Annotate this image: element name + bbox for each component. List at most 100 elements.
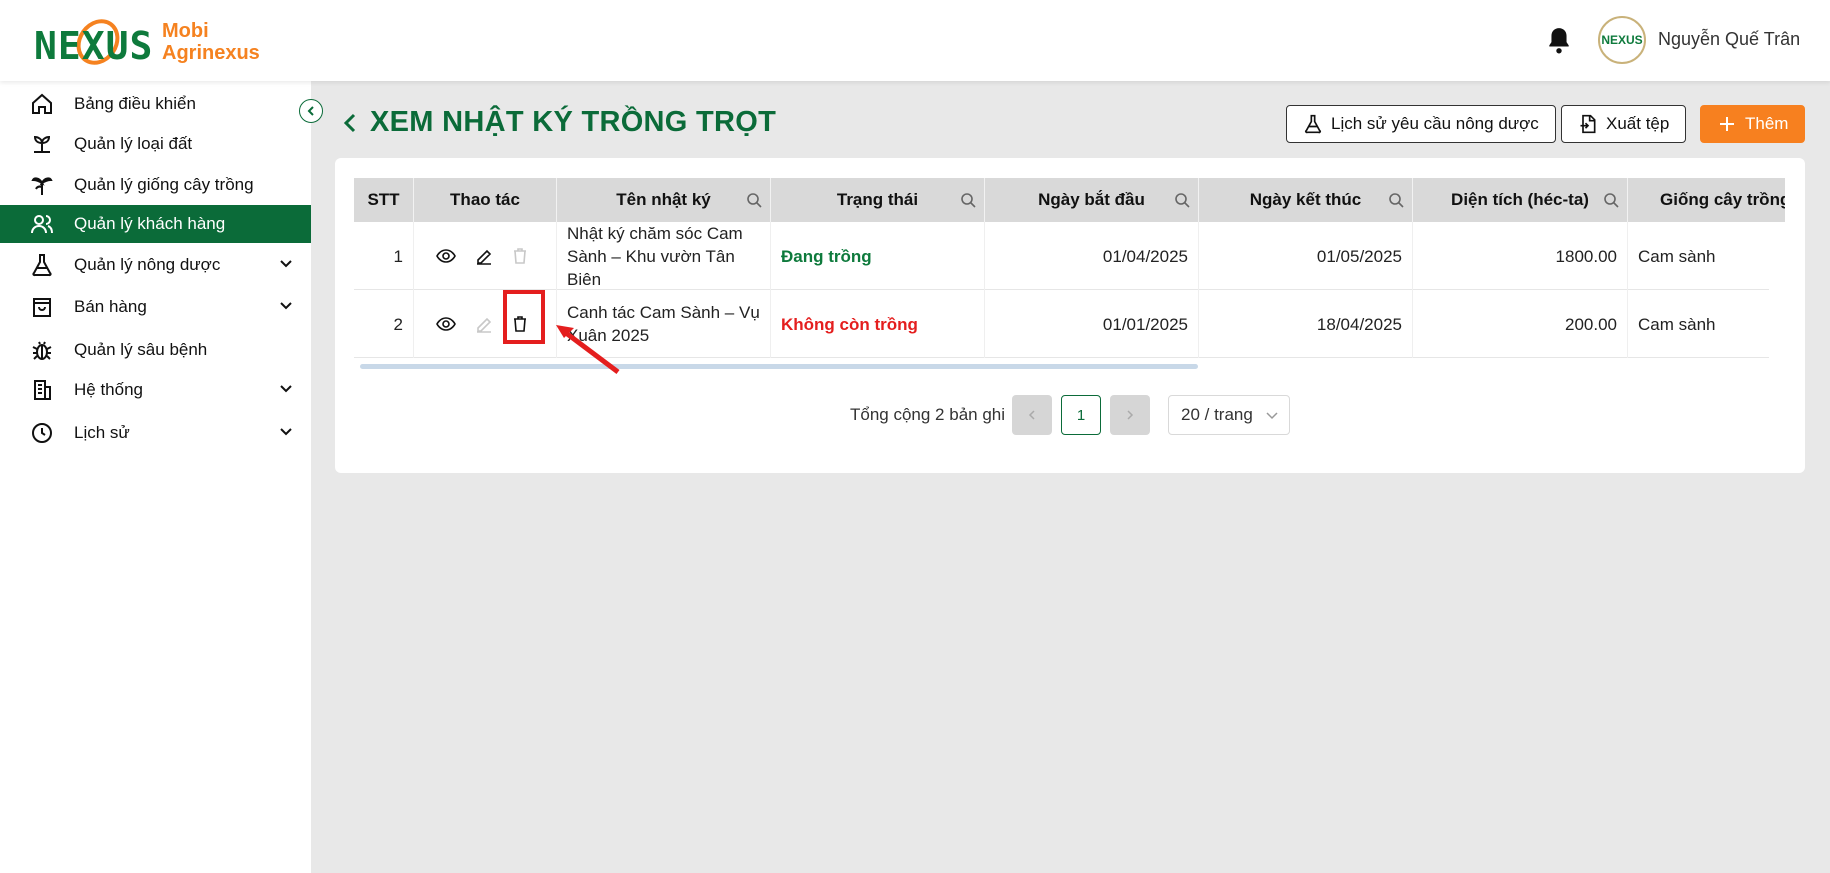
view-icon[interactable] (436, 314, 456, 334)
view-icon[interactable] (436, 246, 456, 266)
button-label: Lịch sử yêu cầu nông dược (1331, 114, 1539, 133)
cell-stt: 1 (354, 222, 414, 290)
flask-icon (1305, 114, 1321, 134)
edit-icon (477, 317, 492, 333)
sidebar: Bảng điều khiển Quản lý loại đất Quản lý… (0, 81, 311, 873)
add-button[interactable]: Thêm (1700, 105, 1806, 143)
sidebar-item-sales[interactable]: Bán hàng (0, 288, 311, 326)
chevron-down-icon (280, 428, 292, 436)
avatar[interactable]: NEXUS (1598, 16, 1646, 64)
sidebar-item-label: Quản lý khách hàng (74, 214, 226, 233)
search-icon[interactable] (960, 192, 976, 208)
column-header-name: Tên nhật ký (557, 178, 771, 222)
sidebar-item-plant-varieties[interactable]: Quản lý giống cây trồng (0, 166, 311, 204)
sidebar-item-label: Quản lý giống cây trồng (74, 175, 254, 194)
cell-start-date: 01/01/2025 (985, 290, 1199, 358)
cell-area: 1800.00 (1413, 222, 1628, 290)
top-header: NEXUS Mobi Agrinexus NEXUS Nguyễn Quế Tr… (0, 0, 1830, 81)
users-icon (31, 215, 53, 234)
delete-icon (514, 248, 526, 264)
sidebar-item-pests[interactable]: Quản lý sâu bệnh (0, 331, 311, 369)
avatar-text: NEXUS (1601, 33, 1643, 47)
sidebar-item-history[interactable]: Lịch sử (0, 414, 311, 452)
button-label: Thêm (1745, 114, 1789, 133)
page-size-select[interactable]: 20 / trang (1168, 395, 1290, 435)
clock-icon (32, 423, 52, 443)
building-icon (34, 380, 51, 400)
edit-icon[interactable] (474, 246, 494, 266)
sidebar-item-label: Bảng điều khiển (74, 94, 196, 113)
cell-name: Nhật ký chăm sóc Cam Sành – Khu vườn Tân… (557, 222, 771, 290)
table-scroll-edge (1785, 178, 1793, 374)
sidebar-item-system[interactable]: Hệ thống (0, 371, 311, 409)
file-export-icon (1580, 114, 1596, 134)
plus-icon (1720, 117, 1734, 131)
search-icon[interactable] (746, 192, 762, 208)
chevron-down-icon (280, 260, 292, 268)
soil-icon (33, 135, 51, 153)
chevron-left-icon (307, 106, 314, 116)
next-page-button (1110, 395, 1150, 435)
logo-text: NEXUS (34, 24, 154, 68)
cell-stt: 2 (354, 290, 414, 358)
chevron-down-icon (280, 385, 292, 393)
app-name-line1: Mobi (162, 20, 209, 42)
sidebar-item-label: Bán hàng (74, 297, 147, 316)
column-header-actions: Thao tác (414, 178, 557, 222)
page-1-button[interactable]: 1 (1061, 395, 1101, 435)
button-label: Xuất tệp (1606, 114, 1670, 133)
search-icon[interactable] (1388, 192, 1404, 208)
shopping-bag-icon (33, 298, 51, 317)
sidebar-item-pesticides[interactable]: Quản lý nông dược (0, 246, 311, 284)
sidebar-collapse-button[interactable] (299, 99, 323, 123)
home-icon (32, 93, 52, 114)
cell-status: Không còn trồng (771, 290, 985, 358)
cell-area: 200.00 (1413, 290, 1628, 358)
user-name[interactable]: Nguyễn Quế Trân (1658, 29, 1800, 50)
table-row: 1 Nhật ký chăm sóc Cam Sành – Khu vườn T… (354, 222, 1769, 290)
search-icon[interactable] (1174, 192, 1190, 208)
bug-icon (32, 341, 52, 360)
annotation-arrow-icon (556, 325, 620, 374)
horizontal-scrollbar[interactable] (360, 364, 1198, 369)
app-logo[interactable]: NEXUS Mobi Agrinexus (34, 10, 260, 74)
delete-highlight-box (503, 290, 545, 344)
sidebar-item-label: Quản lý sâu bệnh (74, 340, 208, 359)
column-header-status: Trạng thái (771, 178, 985, 222)
cell-status: Đang trồng (771, 222, 985, 290)
export-button[interactable]: Xuất tệp (1561, 105, 1687, 143)
column-header-start-date: Ngày bắt đầu (985, 178, 1199, 222)
sidebar-item-soil[interactable]: Quản lý loại đất (0, 125, 311, 163)
column-header-end-date: Ngày kết thúc (1199, 178, 1413, 222)
column-header-stt: STT (354, 178, 414, 222)
nexus-logo-mark: NEXUS (34, 10, 154, 74)
cell-end-date: 18/04/2025 (1199, 290, 1413, 358)
total-records: Tổng cộng 2 bản ghi (850, 405, 1006, 424)
column-header-area: Diện tích (héc-ta) (1413, 178, 1628, 222)
bell-icon[interactable] (1546, 26, 1572, 54)
chevron-down-icon (1266, 412, 1278, 420)
column-header-variety: Giống cây trồng (1628, 178, 1785, 222)
cell-end-date: 01/05/2025 (1199, 222, 1413, 290)
sidebar-item-customers[interactable]: Quản lý khách hàng (0, 205, 311, 243)
sidebar-item-label: Hệ thống (74, 380, 143, 399)
sidebar-item-label: Lịch sử (74, 423, 130, 442)
app-name: Mobi Agrinexus (162, 20, 260, 64)
plant-icon (31, 177, 53, 195)
back-icon[interactable] (340, 109, 360, 137)
app-name-line2: Agrinexus (162, 42, 260, 64)
page-number: 1 (1076, 406, 1086, 424)
chevron-right-icon (1127, 410, 1134, 420)
chevron-down-icon (280, 302, 292, 310)
flask-icon (32, 254, 52, 277)
page-title: XEM NHẬT KÝ TRỒNG TRỌT (370, 106, 777, 138)
sidebar-item-dashboard[interactable]: Bảng điều khiển (0, 85, 311, 123)
sidebar-item-label: Quản lý loại đất (74, 134, 193, 153)
prev-page-button (1012, 395, 1052, 435)
search-icon[interactable] (1603, 192, 1619, 208)
cell-actions (414, 222, 557, 290)
table-header: STT Thao tác Tên nhật ký Trạng thái Ngày… (354, 178, 1785, 222)
cell-start-date: 01/04/2025 (985, 222, 1199, 290)
sidebar-item-label: Quản lý nông dược (74, 255, 221, 274)
pesticide-request-history-button[interactable]: Lịch sử yêu cầu nông dược (1286, 105, 1556, 143)
